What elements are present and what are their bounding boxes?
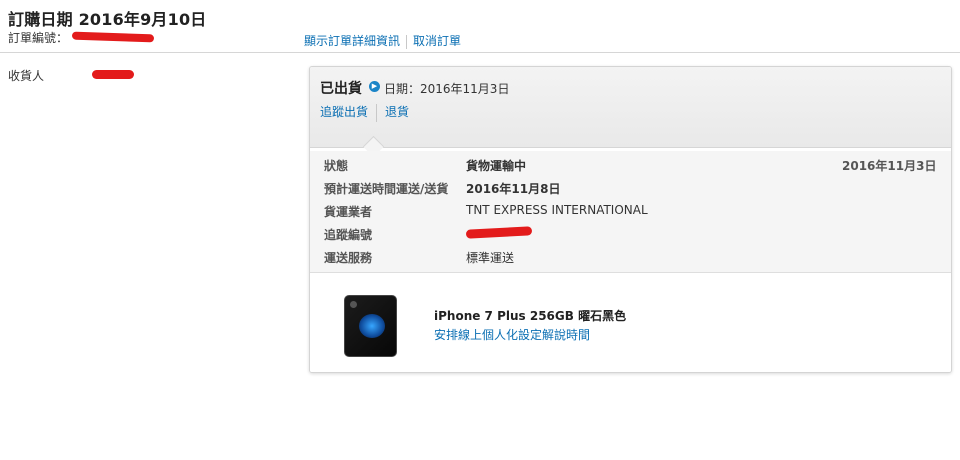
info-arrow-icon[interactable]: ▶ bbox=[369, 81, 380, 92]
order-links: 顯示訂單詳細資訊 取消訂單 bbox=[304, 32, 461, 49]
detail-value: 2016年11月8日 bbox=[466, 182, 561, 196]
detail-value: 標準運送 bbox=[466, 251, 515, 265]
detail-value: 貨物運輸中 bbox=[466, 159, 527, 173]
detail-value: TNT EXPRESS INTERNATIONAL bbox=[466, 203, 648, 217]
redacted-tracking-number bbox=[465, 226, 533, 239]
detail-label: 狀態 bbox=[324, 159, 349, 173]
schedule-setup-link[interactable]: 安排線上個人化設定解說時間 bbox=[434, 326, 590, 343]
order-title: 訂購日期 2016年9月10日 bbox=[8, 10, 207, 29]
camera-icon bbox=[350, 301, 357, 308]
shipment-details: 狀態 貨物運輸中 2016年11月3日 預計運送時間運送/送貨 2016年11月… bbox=[310, 151, 951, 273]
redacted-recipient bbox=[92, 70, 134, 79]
status-date: 2016年11月3日 bbox=[842, 159, 937, 173]
wallpaper-graphic bbox=[359, 314, 385, 338]
redacted-order-number bbox=[71, 31, 155, 43]
header-divider bbox=[0, 52, 960, 53]
product-name: iPhone 7 Plus 256GB 曜石黑色 bbox=[434, 309, 627, 323]
shipment-links: 追蹤出貨 退貨 bbox=[320, 103, 409, 122]
shipment-date: 日期：2016年11月3日 bbox=[384, 82, 510, 96]
product-item: iPhone 7 Plus 256GB 曜石黑色 安排線上個人化設定解說時間 bbox=[310, 273, 951, 372]
link-separator bbox=[406, 34, 408, 49]
show-order-details-link[interactable]: 顯示訂單詳細資訊 bbox=[304, 34, 400, 48]
track-shipment-link[interactable]: 追蹤出貨 bbox=[320, 105, 368, 119]
shipment-header: 已出貨 ▶ 日期：2016年11月3日 追蹤出貨 退貨 bbox=[310, 67, 951, 158]
cancel-order-link[interactable]: 取消訂單 bbox=[413, 34, 461, 48]
shipment-card: 已出貨 ▶ 日期：2016年11月3日 追蹤出貨 退貨 狀態 貨物運輸中 2016… bbox=[309, 66, 952, 373]
order-number-label: 訂單編號： bbox=[8, 31, 69, 45]
detail-label: 預計運送時間運送/送貨 bbox=[324, 182, 449, 196]
link-separator bbox=[376, 103, 378, 122]
shipment-status-title: 已出貨 bbox=[320, 81, 362, 97]
detail-label: 貨運業者 bbox=[324, 205, 373, 219]
recipient-label: 收貨人 bbox=[8, 69, 45, 83]
detail-label: 運送服務 bbox=[324, 251, 373, 265]
product-image bbox=[344, 295, 397, 357]
return-link[interactable]: 退貨 bbox=[385, 105, 409, 119]
detail-label: 追蹤編號 bbox=[324, 228, 373, 242]
